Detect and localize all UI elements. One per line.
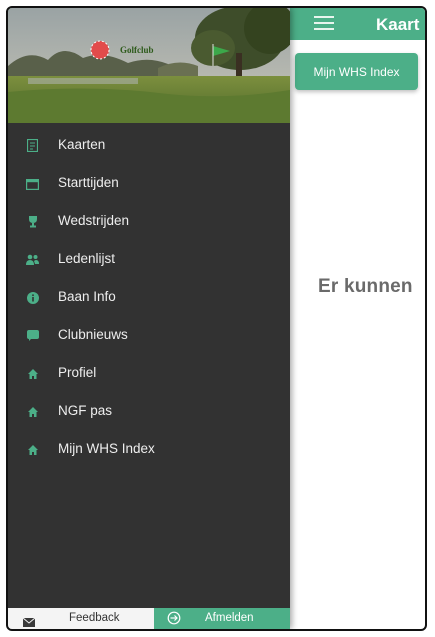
nav-item-starttijden[interactable]: Starttijden bbox=[8, 164, 290, 202]
nav-label: Starttijden bbox=[58, 175, 119, 190]
nav-label: Ledenlijst bbox=[58, 251, 116, 266]
home-icon bbox=[26, 443, 39, 456]
home-icon bbox=[26, 405, 39, 418]
nav-label: Baan Info bbox=[58, 289, 116, 304]
feedback-button[interactable]: Feedback bbox=[8, 608, 154, 629]
nav-label: Profiel bbox=[58, 365, 97, 380]
feedback-label: Feedback bbox=[69, 612, 120, 624]
trophy-icon bbox=[26, 215, 39, 228]
header-photo: Golfclub bbox=[8, 8, 290, 123]
drawer-footer: Feedback Afmelden bbox=[8, 608, 290, 629]
page-title: Kaart bbox=[376, 15, 420, 34]
logout-label: Afmelden bbox=[205, 612, 254, 624]
logout-button[interactable]: Afmelden bbox=[154, 608, 290, 629]
nav-label: NGF pas bbox=[58, 403, 113, 418]
empty-message: Er kunnen bbox=[318, 276, 413, 297]
phone-frame: Kaart Mijn WHS Index Er kunnen Golfclub … bbox=[6, 6, 427, 631]
nav-item-wedstrijden[interactable]: Wedstrijden bbox=[8, 202, 290, 240]
whs-index-button[interactable]: Mijn WHS Index bbox=[295, 53, 418, 90]
hamburger-icon[interactable] bbox=[314, 16, 334, 32]
nav-item-clubnieuws[interactable]: Clubnieuws bbox=[8, 316, 290, 354]
nav-item-ngf-pas[interactable]: NGF pas bbox=[8, 392, 290, 430]
chat-icon bbox=[26, 329, 39, 342]
nav-item-mijn-whs-index[interactable]: Mijn WHS Index bbox=[8, 430, 290, 468]
nav-label: Mijn WHS Index bbox=[58, 441, 155, 456]
drawer-nav: Kaarten Starttijden Wedstrijden Ledenlij… bbox=[8, 126, 290, 468]
info-icon bbox=[26, 291, 39, 304]
home-icon bbox=[26, 367, 39, 380]
logo-text: Golfclub bbox=[120, 45, 154, 55]
nav-label: Clubnieuws bbox=[58, 327, 128, 342]
nav-item-kaarten[interactable]: Kaarten bbox=[8, 126, 290, 164]
logout-icon bbox=[167, 611, 181, 629]
nav-label: Kaarten bbox=[58, 137, 106, 152]
envelope-icon bbox=[22, 614, 36, 629]
nav-label: Wedstrijden bbox=[58, 213, 130, 228]
nav-item-profiel[interactable]: Profiel bbox=[8, 354, 290, 392]
calendar-icon bbox=[26, 177, 39, 190]
nav-item-ledenlijst[interactable]: Ledenlijst bbox=[8, 240, 290, 278]
side-drawer: Golfclub Kaarten Starttijden Wedstrijden… bbox=[8, 8, 290, 629]
nav-item-baan-info[interactable]: Baan Info bbox=[8, 278, 290, 316]
cards-icon bbox=[26, 139, 39, 152]
members-icon bbox=[26, 253, 39, 266]
